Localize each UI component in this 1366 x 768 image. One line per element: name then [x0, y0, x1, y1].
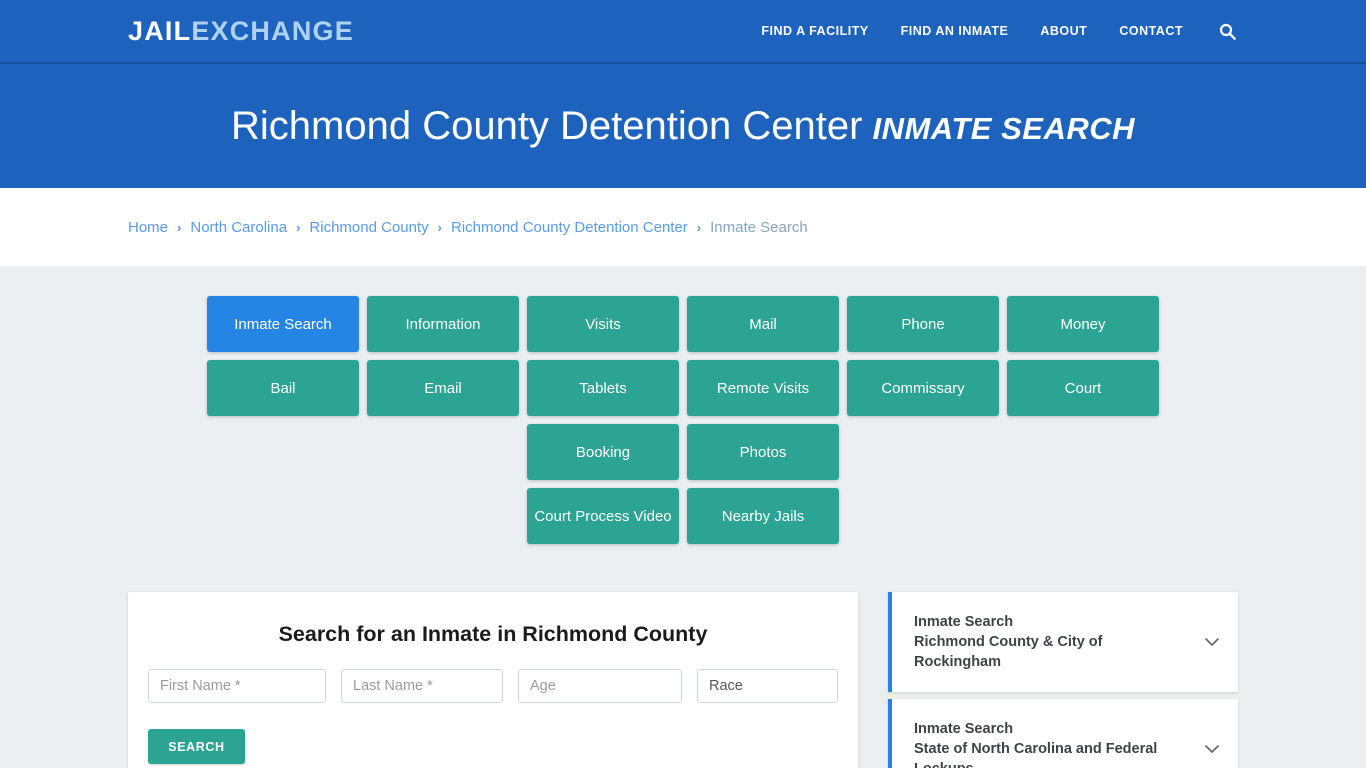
tab-court-process-video[interactable]: Court Process Video	[527, 488, 679, 544]
hero-banner: Richmond County Detention Center INMATE S…	[0, 64, 1366, 188]
search-form-row: Race	[148, 669, 838, 703]
breadcrumb-separator-icon: ›	[437, 219, 442, 235]
tab-email[interactable]: Email	[367, 360, 519, 416]
tab-bail[interactable]: Bail	[207, 360, 359, 416]
race-select[interactable]: Race	[697, 669, 838, 703]
tab-visits[interactable]: Visits	[527, 296, 679, 352]
tab-booking[interactable]: Booking	[527, 424, 679, 480]
facility-tab-row-3: Court Process Video Nearby Jails	[0, 488, 1366, 544]
chevron-down-icon[interactable]	[1202, 739, 1222, 759]
breadcrumb-item-north-carolina[interactable]: North Carolina	[190, 219, 287, 236]
tab-photos[interactable]: Photos	[687, 424, 839, 480]
facility-tab-rows: Inmate Search Information Visits Mail Ph…	[135, 296, 1231, 480]
chevron-down-icon[interactable]	[1202, 632, 1222, 652]
main-column: Search for an Inmate in Richmond County …	[128, 592, 858, 768]
nav-item-find-a-facility[interactable]: FIND A FACILITY	[761, 24, 868, 38]
tab-mail[interactable]: Mail	[687, 296, 839, 352]
search-icon	[1219, 23, 1236, 40]
sidebar-column: Inmate Search Richmond County & City of …	[888, 592, 1238, 768]
search-card-title: Search for an Inmate in Richmond County	[278, 622, 708, 646]
facility-tab-group: Inmate Search Information Visits Mail Ph…	[0, 296, 1366, 544]
breadcrumb-item-current: Inmate Search	[710, 218, 808, 236]
site-header: JAILEXCHANGE FIND A FACILITY FIND AN INM…	[0, 0, 1366, 64]
accordion-inmate-search-state[interactable]: Inmate Search State of North Carolina an…	[888, 699, 1238, 768]
breadcrumb-band: Home › North Carolina › Richmond County …	[0, 188, 1366, 266]
accordion-subtitle: Richmond County & City of Rockingham	[914, 634, 1103, 670]
nav-item-find-an-inmate[interactable]: FIND AN INMATE	[901, 24, 1009, 38]
first-name-input[interactable]	[148, 669, 326, 703]
accordion-inmate-search-county[interactable]: Inmate Search Richmond County & City of …	[888, 592, 1238, 692]
breadcrumb-item-home[interactable]: Home	[128, 219, 168, 236]
breadcrumb-separator-icon: ›	[177, 219, 182, 235]
main-navigation: FIND A FACILITY FIND AN INMATE ABOUT CON…	[761, 23, 1236, 40]
content-container: Search for an Inmate in Richmond County …	[128, 592, 1238, 768]
breadcrumb-item-detention-center[interactable]: Richmond County Detention Center	[451, 219, 688, 236]
breadcrumb-separator-icon: ›	[296, 219, 301, 235]
accordion-subtitle: State of North Carolina and Federal Lock…	[914, 741, 1158, 768]
page-title-sub: INMATE SEARCH	[872, 111, 1135, 146]
tab-court[interactable]: Court	[1007, 360, 1159, 416]
tab-phone[interactable]: Phone	[847, 296, 999, 352]
tab-money[interactable]: Money	[1007, 296, 1159, 352]
tab-commissary[interactable]: Commissary	[847, 360, 999, 416]
age-input[interactable]	[518, 669, 682, 703]
header-search-button[interactable]	[1219, 23, 1236, 40]
accordion-label: Inmate Search State of North Carolina an…	[914, 719, 1192, 768]
last-name-input[interactable]	[341, 669, 503, 703]
breadcrumb: Home › North Carolina › Richmond County …	[128, 219, 808, 236]
search-submit-button[interactable]: SEARCH	[148, 729, 245, 764]
page-body: Inmate Search Information Visits Mail Ph…	[0, 266, 1366, 768]
logo-text-secondary: EXCHANGE	[191, 15, 354, 46]
content-columns: Search for an Inmate in Richmond County …	[128, 592, 1238, 768]
tab-information[interactable]: Information	[367, 296, 519, 352]
breadcrumb-separator-icon: ›	[696, 219, 702, 235]
page-title-main: Richmond County Detention Center	[231, 104, 863, 148]
tab-inmate-search[interactable]: Inmate Search	[207, 296, 359, 352]
tab-remote-visits[interactable]: Remote Visits	[687, 360, 839, 416]
inmate-search-card: Search for an Inmate in Richmond County …	[128, 592, 858, 768]
logo-text-primary: JAIL	[128, 15, 192, 46]
accordion-label: Inmate Search Richmond County & City of …	[914, 612, 1192, 672]
breadcrumb-item-richmond-county[interactable]: Richmond County	[309, 219, 428, 236]
tab-nearby-jails[interactable]: Nearby Jails	[687, 488, 839, 544]
accordion-title: Inmate Search	[914, 721, 1014, 737]
nav-item-contact[interactable]: CONTACT	[1119, 24, 1183, 38]
tab-tablets[interactable]: Tablets	[527, 360, 679, 416]
nav-item-about[interactable]: ABOUT	[1040, 24, 1087, 38]
page-title: Richmond County Detention Center INMATE S…	[231, 104, 1135, 148]
accordion-title: Inmate Search	[914, 614, 1014, 630]
site-logo[interactable]: JAILEXCHANGE	[128, 15, 354, 46]
